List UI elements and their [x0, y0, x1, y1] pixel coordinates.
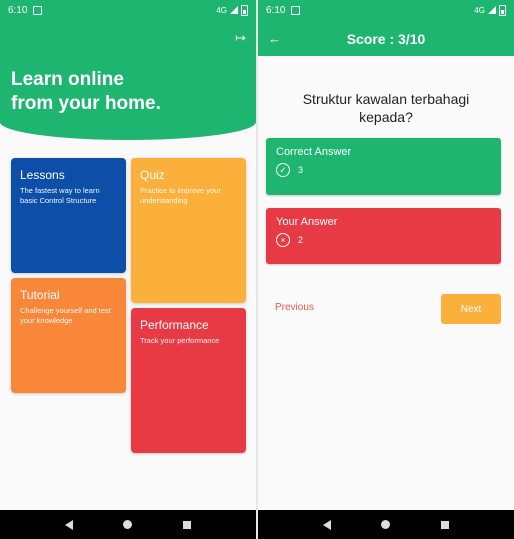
correct-answer-box: Correct Answer ✓ 3	[266, 138, 501, 195]
status-time: 6:10	[8, 4, 28, 16]
lessons-card[interactable]: Lessons The fastest way to learn basic C…	[11, 158, 126, 273]
battery-icon	[241, 4, 248, 16]
arrow-left-icon[interactable]: ←	[268, 31, 281, 46]
card-title: Quiz	[140, 168, 165, 182]
hero-title-line1: Learn online	[11, 69, 124, 90]
status-bar: 6:10 4G	[258, 0, 514, 20]
nav-back-icon[interactable]	[323, 519, 332, 530]
hero-title-line2: from your home.	[11, 93, 161, 114]
card-description: Challenge yourself and test your knowled…	[20, 306, 111, 325]
next-button[interactable]: Next	[441, 294, 501, 324]
card-description: Practice to improve your understanding	[140, 186, 221, 205]
check-circle-icon: ✓	[276, 163, 290, 177]
tutorial-card[interactable]: Tutorial Challenge yourself and test you…	[11, 278, 126, 393]
image-notification-icon	[33, 5, 43, 15]
system-nav-bar	[258, 510, 514, 539]
correct-answer-label: Correct Answer	[276, 146, 352, 158]
system-nav-bar	[0, 510, 256, 539]
status-bar: 6:10 4G	[0, 0, 256, 20]
card-description: Track your performance	[140, 336, 220, 345]
battery-icon	[499, 4, 506, 16]
logout-icon[interactable]: ↦	[235, 30, 246, 46]
result-screen: 6:10 4G Score : 3/10 ← Struktur kawalan …	[258, 0, 514, 539]
question-text: Struktur kawalan terbahagi kepada?	[302, 91, 470, 125]
score-title: Score : 3/10	[346, 31, 426, 47]
nav-recents-icon[interactable]	[440, 520, 449, 529]
nav-back-icon[interactable]	[65, 519, 74, 530]
hero-title: Learn online from your home.	[11, 68, 161, 116]
your-answer-box: Your Answer × 2	[266, 208, 501, 264]
your-answer-value: 2	[298, 235, 304, 245]
home-screen: 6:10 4G ↦ Learn online from your home. L…	[0, 0, 256, 539]
previous-button[interactable]: Previous	[275, 302, 314, 313]
card-title: Tutorial	[20, 288, 60, 302]
card-title: Performance	[140, 318, 209, 332]
status-network: 4G	[474, 5, 485, 15]
card-description: The fastest way to learn basic Control S…	[20, 186, 100, 205]
signal-icon	[230, 6, 238, 14]
nav-home-icon[interactable]	[381, 520, 391, 529]
nav-recents-icon[interactable]	[182, 520, 191, 529]
card-title: Lessons	[20, 168, 65, 182]
image-notification-icon	[291, 5, 301, 15]
status-time: 6:10	[266, 4, 286, 16]
correct-answer-value: 3	[298, 165, 304, 175]
performance-card[interactable]: Performance Track your performance	[131, 308, 246, 453]
nav-home-icon[interactable]	[123, 520, 133, 529]
status-network: 4G	[216, 5, 227, 15]
close-circle-icon: ×	[276, 233, 290, 247]
quiz-card[interactable]: Quiz Practice to improve your understand…	[131, 158, 246, 303]
your-answer-label: Your Answer	[276, 216, 338, 228]
signal-icon	[488, 6, 496, 14]
